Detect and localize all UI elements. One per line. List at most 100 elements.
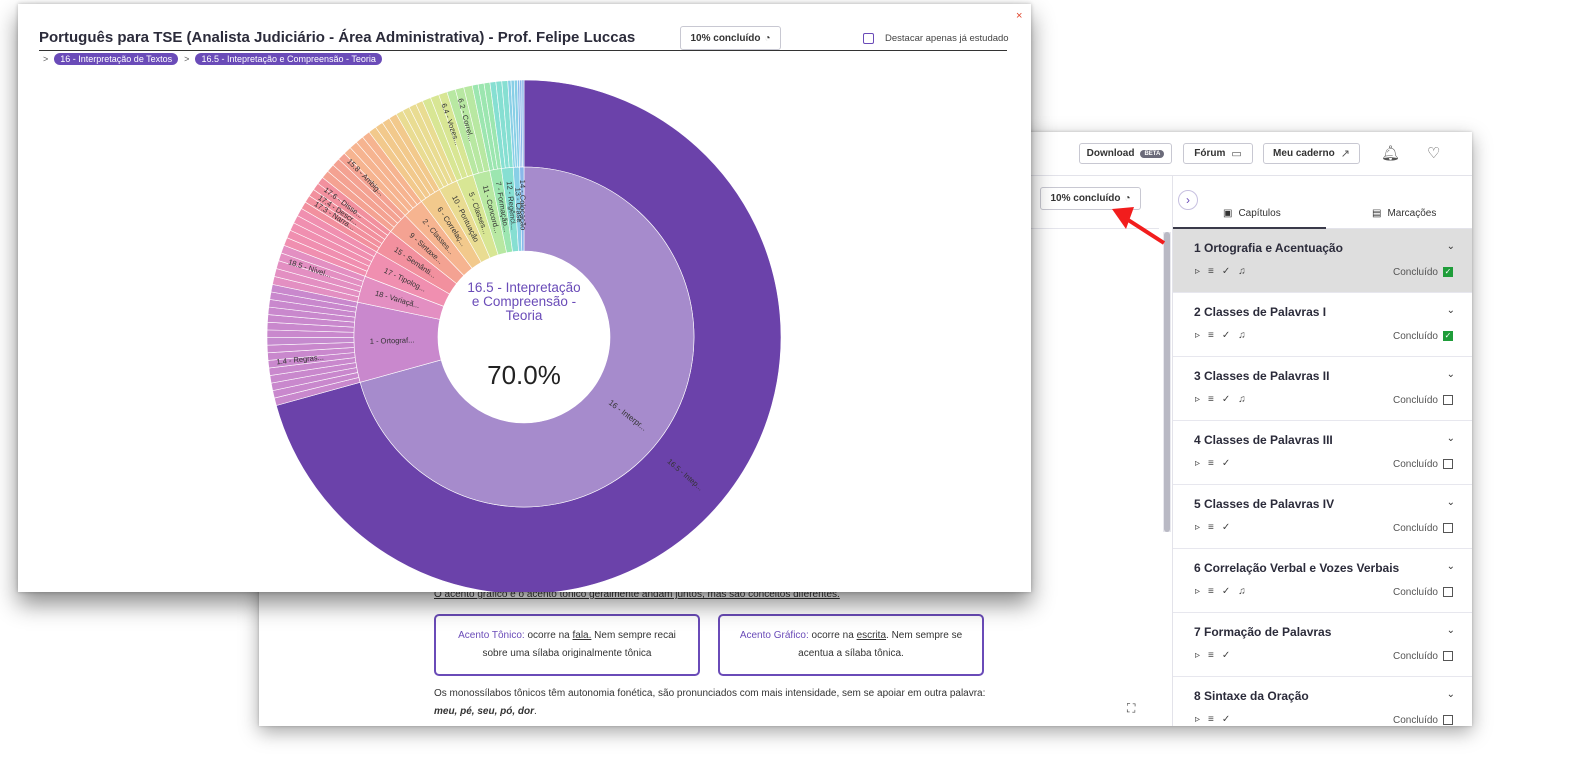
fullscreen-icon[interactable]: ⛶ <box>1127 701 1135 716</box>
chapter-resource-icons: ▹ ≡ ✓ ♫ <box>1195 394 1246 405</box>
sunburst-inner-label: 14 - Colocação <box>518 180 528 231</box>
exercise-icon[interactable]: ✓ <box>1222 394 1230 405</box>
chevron-down-icon[interactable]: ⌄ <box>1447 561 1455 572</box>
exercise-icon[interactable]: ✓ <box>1222 650 1230 661</box>
chapter-item[interactable]: 6 Correlação Verbal e Vozes Verbais ⌄ ▹ ≡ ✓ ♫… <box>1173 549 1472 613</box>
chapter-status-label: Concluído <box>1392 395 1438 406</box>
chapter-title: 5 Classes de Palavras IV <box>1194 497 1335 511</box>
tab-bookmarks-label: Marcações <box>1387 207 1437 219</box>
audio-icon[interactable]: ♫ <box>1238 394 1246 405</box>
text-icon[interactable]: ≡ <box>1208 458 1214 469</box>
completed-checkbox[interactable] <box>1443 651 1453 661</box>
text-icon[interactable]: ≡ <box>1208 586 1214 597</box>
completed-checkbox[interactable]: ✓ <box>1443 267 1453 277</box>
text-icon[interactable]: ≡ <box>1208 394 1214 405</box>
audio-icon[interactable]: ♫ <box>1238 586 1246 597</box>
chapter-item[interactable]: 1 Ortografia e Acentuação ⌄ ▹ ≡ ✓ ♫ Concluído ✓ <box>1173 229 1472 293</box>
video-icon[interactable]: ▹ <box>1195 266 1200 277</box>
completed-checkbox[interactable] <box>1443 459 1453 469</box>
completed-checkbox[interactable] <box>1443 523 1453 533</box>
chapter-resource-icons: ▹ ≡ ✓ ♫ <box>1195 266 1246 277</box>
video-icon[interactable]: ▹ <box>1195 586 1200 597</box>
chevron-down-icon[interactable]: ⌄ <box>1447 369 1455 380</box>
exercise-icon[interactable]: ✓ <box>1222 330 1230 341</box>
completed-checkbox[interactable] <box>1443 715 1453 725</box>
content-paragraph: Os monossílabos tônicos têm autonomia fo… <box>434 685 994 721</box>
text-icon[interactable]: ≡ <box>1208 522 1214 533</box>
heart-icon[interactable]: ♡ <box>1427 144 1440 162</box>
forum-button[interactable]: Fórum ▭ <box>1183 143 1253 164</box>
sunburst-outer-segment[interactable] <box>521 79 525 168</box>
download-button[interactable]: Download BETA <box>1079 143 1172 164</box>
video-icon[interactable]: ▹ <box>1195 394 1200 405</box>
sunburst-inner-label: 1 - Ortograf... <box>370 335 415 345</box>
chapter-status-label: Concluído <box>1392 651 1438 662</box>
chapter-item[interactable]: 3 Classes de Palavras II ⌄ ▹ ≡ ✓ ♫ Concluído <box>1173 357 1472 421</box>
chapter-title: 2 Classes de Palavras I <box>1194 305 1327 319</box>
fala-link: fala. <box>572 630 592 641</box>
forum-label: Fórum <box>1194 148 1226 159</box>
chapter-resource-icons: ▹ ≡ ✓ ♫ <box>1195 586 1246 597</box>
tab-bookmarks[interactable]: ▤ Marcações <box>1372 199 1436 227</box>
video-icon[interactable]: ▹ <box>1195 650 1200 661</box>
chapter-status-label: Concluído <box>1392 715 1438 726</box>
video-icon[interactable]: ▹ <box>1195 714 1200 725</box>
chapter-item[interactable]: 7 Formação de Palavras ⌄ ▹ ≡ ✓ Concluído <box>1173 613 1472 677</box>
chapter-item[interactable]: 8 Sintaxe da Oração ⌄ ▹ ≡ ✓ Concluído <box>1173 677 1472 726</box>
text-icon[interactable]: ≡ <box>1208 266 1214 277</box>
bookmark-icon: ▤ <box>1372 207 1382 219</box>
exercise-icon[interactable]: ✓ <box>1222 522 1230 533</box>
chevron-down-icon[interactable]: ⌄ <box>1447 433 1455 444</box>
exercise-icon[interactable]: ✓ <box>1222 458 1230 469</box>
collapse-sidebar-button[interactable]: › <box>1178 190 1198 210</box>
bell-icon[interactable]: 🔔︎ <box>1381 144 1400 162</box>
exercise-icon[interactable]: ✓ <box>1222 586 1230 597</box>
download-label: Download <box>1086 148 1135 159</box>
center-label: e Compreensão - <box>472 294 576 309</box>
audio-icon[interactable]: ♫ <box>1238 266 1246 277</box>
audio-icon[interactable]: ♫ <box>1238 330 1246 341</box>
external-link-icon: ↗ <box>1340 148 1350 160</box>
tab-chapters[interactable]: ▣ Capítulos <box>1223 199 1281 227</box>
chapter-item[interactable]: 4 Classes de Palavras III ⌄ ▹ ≡ ✓ Concluído <box>1173 421 1472 485</box>
completed-checkbox[interactable]: ✓ <box>1443 331 1453 341</box>
chevron-down-icon[interactable]: ⌄ <box>1447 497 1455 508</box>
accent-graphic-label: Acento Gráfico: <box>739 630 809 641</box>
chapter-item[interactable]: 2 Classes de Palavras I ⌄ ▹ ≡ ✓ ♫ Concluído ✓ <box>1173 293 1472 357</box>
text-icon[interactable]: ≡ <box>1208 714 1214 725</box>
text-icon[interactable]: ≡ <box>1208 330 1214 341</box>
completed-checkbox[interactable] <box>1443 395 1453 405</box>
chapter-status-label: Concluído <box>1392 331 1438 342</box>
video-icon[interactable]: ▹ <box>1195 522 1200 533</box>
video-icon[interactable]: ▹ <box>1195 330 1200 341</box>
chevron-down-icon[interactable]: ⌄ <box>1447 241 1455 252</box>
tab-chapters-label: Capítulos <box>1238 207 1281 219</box>
accent-graphic-box: Acento Gráfico: ocorre na escrita. Nem s… <box>718 614 984 676</box>
completed-checkbox[interactable] <box>1443 587 1453 597</box>
arrow-head <box>1112 207 1134 229</box>
notebook-button[interactable]: Meu caderno ↗ <box>1263 143 1360 164</box>
chevron-down-icon[interactable]: ⌄ <box>1447 625 1455 636</box>
box-text: ocorre na <box>524 630 573 641</box>
chapter-item[interactable]: 5 Classes de Palavras IV ⌄ ▹ ≡ ✓ Concluído <box>1173 485 1472 549</box>
book-icon: ▣ <box>1223 207 1233 219</box>
video-icon[interactable]: ▹ <box>1195 458 1200 469</box>
scrollbar-thumb[interactable] <box>1164 232 1170 532</box>
chapter-status-label: Concluído <box>1392 523 1438 534</box>
chevron-down-icon[interactable]: ⌄ <box>1447 305 1455 316</box>
exercise-icon[interactable]: ✓ <box>1222 266 1230 277</box>
exercise-icon[interactable]: ✓ <box>1222 714 1230 725</box>
accent-tonic-label: Acento Tônico: <box>458 630 525 641</box>
paragraph-examples: meu, pé, seu, pó, dor <box>434 706 535 717</box>
notebook-label: Meu caderno <box>1273 148 1335 159</box>
chat-icon: ▭ <box>1231 148 1242 160</box>
chevron-down-icon[interactable]: ⌄ <box>1447 689 1455 700</box>
chapter-title: 6 Correlação Verbal e Vozes Verbais <box>1194 561 1400 575</box>
chapter-title: 1 Ortografia e Acentuação <box>1194 241 1343 255</box>
sunburst-chart: 16 - Interpr...1 - Ortograf...18 - Varia… <box>266 79 782 592</box>
paragraph-text: Os monossílabos tônicos têm autonomia fo… <box>434 688 986 699</box>
text-icon[interactable]: ≡ <box>1208 650 1214 661</box>
accent-tonic-box: Acento Tônico: ocorre na fala. Nem sempr… <box>434 614 700 676</box>
paragraph-end: . <box>534 706 537 717</box>
chapter-resource-icons: ▹ ≡ ✓ <box>1195 714 1230 725</box>
